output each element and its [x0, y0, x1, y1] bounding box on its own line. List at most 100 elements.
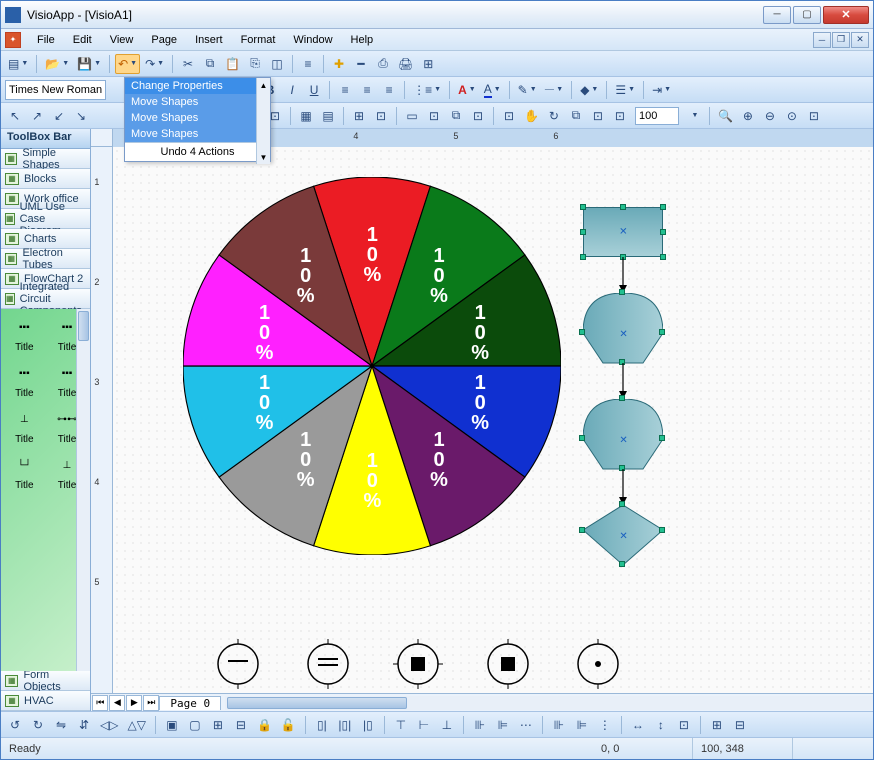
zoom-page-button[interactable]: ⊖ — [760, 106, 780, 126]
connector-arrow[interactable] — [618, 469, 628, 505]
redo-button[interactable]: ↷▼ — [142, 54, 167, 74]
preview-button[interactable]: ⎙ — [373, 54, 393, 74]
center-h-icon[interactable]: ⊞ — [707, 715, 727, 735]
page-prev-button[interactable]: ◀ — [109, 695, 125, 711]
fit-button[interactable]: ⊡ — [588, 106, 608, 126]
mirror-h-icon[interactable]: ◁▷ — [97, 715, 121, 735]
undo-button[interactable]: ↶▼ — [115, 54, 140, 74]
zoom-in-button[interactable]: 🔍 — [715, 106, 736, 126]
electron-symbol[interactable] — [303, 639, 353, 689]
menu-insert[interactable]: Insert — [187, 32, 231, 48]
paste-button[interactable]: 📋 — [222, 54, 243, 74]
dist-v-icon[interactable]: ⊪ — [549, 715, 569, 735]
menu-file[interactable]: File — [29, 32, 63, 48]
insert-button[interactable]: ⊞ — [418, 54, 438, 74]
align-middle-icon[interactable]: ⊢ — [414, 715, 434, 735]
flip-v-icon[interactable]: ⇵ — [74, 715, 94, 735]
arrow-ends-button[interactable]: ⇥▼ — [649, 80, 674, 100]
center-v-icon[interactable]: ⊟ — [730, 715, 750, 735]
italic-button[interactable]: I — [282, 80, 302, 100]
open-button[interactable]: 📂▼ — [42, 54, 72, 74]
bullets-button[interactable]: ⋮≡▼ — [410, 80, 444, 100]
snap-grid-button[interactable]: ▦ — [296, 106, 316, 126]
menu-format[interactable]: Format — [233, 32, 284, 48]
underline-button[interactable]: U — [304, 80, 324, 100]
select-button[interactable]: ◫ — [267, 54, 287, 74]
connector-button[interactable]: ⊞ — [349, 106, 369, 126]
mdi-close[interactable]: ✕ — [851, 32, 869, 48]
same-size-icon[interactable]: ⊡ — [674, 715, 694, 735]
tool-arrow-sw[interactable]: ↙ — [49, 106, 69, 126]
shape-item[interactable]: ▪▪▪Title — [5, 361, 44, 399]
line-weight-button[interactable]: ☰▼ — [612, 80, 638, 100]
fill-color-button[interactable]: ◆▼ — [577, 80, 601, 100]
save-button[interactable]: 💾▼ — [74, 54, 104, 74]
tool-arrow-se[interactable]: ↘ — [71, 106, 91, 126]
dist-h-icon[interactable]: ⊪ — [470, 715, 490, 735]
crop3-button[interactable]: ⊡ — [468, 106, 488, 126]
menu-help[interactable]: Help — [343, 32, 382, 48]
line-color-button[interactable]: ✎▼ — [515, 80, 540, 100]
rotate-right-icon[interactable]: ↻ — [28, 715, 48, 735]
rotate-button[interactable]: ↻ — [544, 106, 564, 126]
lock-icon[interactable]: 🔒 — [254, 715, 275, 735]
minimize-button[interactable]: ─ — [763, 6, 791, 24]
stencil-ic[interactable]: ▦Integrated Circuit Components — [1, 289, 90, 309]
dist-v3-icon[interactable]: ⋮ — [595, 715, 615, 735]
more-button[interactable]: ⊡ — [610, 106, 630, 126]
horizontal-scrollbar[interactable] — [225, 696, 873, 710]
menu-view[interactable]: View — [102, 32, 142, 48]
zoom-fit-button[interactable]: ⊕ — [738, 106, 758, 126]
align-right-icon[interactable]: |▯ — [358, 715, 378, 735]
canvas-scroll[interactable]: 10%10%10%10%10%10%10%10%10%10% ✕ — [113, 147, 873, 693]
ungroup-icon[interactable]: ⊟ — [231, 715, 251, 735]
electron-symbol[interactable] — [393, 639, 443, 689]
mirror-v-icon[interactable]: △▽ — [124, 715, 148, 735]
dist-h2-icon[interactable]: ⊫ — [493, 715, 513, 735]
glue-button[interactable]: ⊡ — [371, 106, 391, 126]
flow-process-shape[interactable]: ✕ — [583, 207, 663, 257]
bring-front-icon[interactable]: ▣ — [162, 715, 182, 735]
undo-item[interactable]: Change Properties — [125, 78, 270, 94]
page-last-button[interactable]: ⏭ — [143, 695, 159, 711]
send-back-icon[interactable]: ▢ — [185, 715, 205, 735]
align-center-button[interactable]: ≡ — [357, 80, 377, 100]
flip-h-icon[interactable]: ⇋ — [51, 715, 71, 735]
align-left-button[interactable]: ≡ — [335, 80, 355, 100]
format-painter-button[interactable]: ⎘ — [245, 54, 265, 74]
same-width-icon[interactable]: ↔ — [628, 715, 648, 735]
align-button[interactable]: ≡ — [298, 54, 318, 74]
new-button[interactable]: ▤▼ — [5, 54, 31, 74]
unlock-icon[interactable]: 🔓 — [278, 715, 299, 735]
page-tab[interactable]: Page 0 — [159, 696, 221, 710]
stencil-form-objects[interactable]: ▦Form Objects — [1, 671, 90, 691]
ruler-button[interactable]: ⊡ — [499, 106, 519, 126]
crop-button[interactable]: ⊡ — [424, 106, 444, 126]
stencil-hvac[interactable]: ▦HVAC — [1, 691, 90, 711]
font-name-combo[interactable]: Times New Roman — [5, 80, 106, 100]
connector-arrow[interactable] — [618, 363, 628, 399]
add-page-button[interactable]: ✚ — [329, 54, 349, 74]
remove-page-button[interactable]: ━ — [351, 54, 371, 74]
electron-symbol[interactable] — [213, 639, 263, 689]
grid-button[interactable]: ▤ — [318, 106, 338, 126]
canvas[interactable]: 10%10%10%10%10%10%10%10%10%10% ✕ — [113, 147, 873, 693]
menu-edit[interactable]: Edit — [65, 32, 100, 48]
menu-page[interactable]: Page — [143, 32, 185, 48]
zoom-input[interactable] — [635, 107, 679, 125]
page-first-button[interactable]: ⏮ — [92, 695, 108, 711]
shape-item[interactable]: ▪▪▪Title — [5, 315, 44, 353]
undo-item[interactable]: Move Shapes — [125, 126, 270, 142]
font-color-button[interactable]: A▼ — [455, 80, 479, 100]
align-top-icon[interactable]: ⊤ — [391, 715, 411, 735]
layers-button[interactable]: ⧉ — [566, 106, 586, 126]
shape-item[interactable]: ⊥Title — [5, 407, 44, 445]
stencil-blocks[interactable]: ▦Blocks — [1, 169, 90, 189]
electron-symbol[interactable] — [573, 639, 623, 689]
select-rect-button[interactable]: ▭ — [402, 106, 422, 126]
align-center-h-icon[interactable]: |▯| — [335, 715, 355, 735]
mdi-minimize[interactable]: ─ — [813, 32, 831, 48]
tool-arrow-ne[interactable]: ↗ — [27, 106, 47, 126]
maximize-button[interactable]: ▢ — [793, 6, 821, 24]
stencil-electron[interactable]: ▦Electron Tubes — [1, 249, 90, 269]
